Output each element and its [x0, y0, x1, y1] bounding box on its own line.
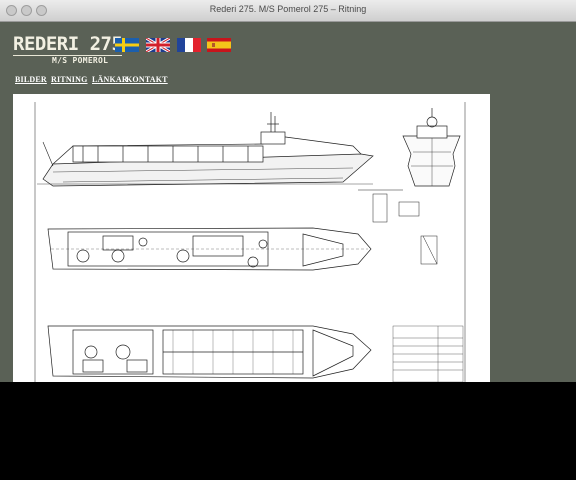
window-title: Rederi 275. M/S Pomerol 275 – Ritning	[209, 4, 367, 14]
site-logo[interactable]: REDERI 275	[13, 34, 123, 56]
nav-link-lankar[interactable]: LÄNKAR	[92, 75, 128, 84]
hull-plan-view	[47, 325, 372, 379]
browser-window: Rederi 275. M/S Pomerol 275 – Ritning RE…	[0, 0, 576, 383]
deck-plan-view	[47, 227, 372, 271]
nav-link-bilder[interactable]: BILDER	[15, 75, 47, 84]
nav-link-kontakt[interactable]: KONTAKT	[126, 75, 168, 84]
title-bar: Rederi 275. M/S Pomerol 275 – Ritning	[0, 0, 576, 22]
flag-spain-icon[interactable]	[207, 38, 231, 52]
detail-sketches	[358, 189, 438, 265]
profile-view	[37, 112, 374, 187]
ship-technical-drawing	[13, 94, 490, 383]
nav-link-ritning[interactable]: RITNING	[51, 75, 88, 84]
site-subtitle: M/S POMEROL	[52, 56, 109, 65]
flag-uk-icon[interactable]	[146, 38, 170, 52]
specification-table	[392, 325, 464, 383]
section-view	[402, 108, 461, 187]
flag-france-icon[interactable]	[177, 38, 201, 52]
flag-sweden-icon[interactable]	[115, 38, 139, 52]
